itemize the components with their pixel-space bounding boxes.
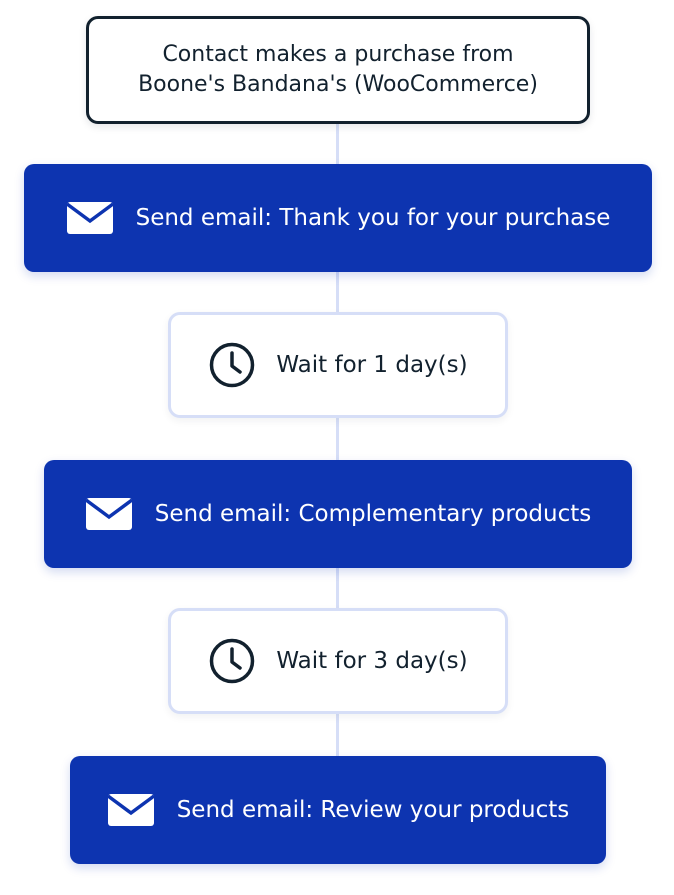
- send-email-step[interactable]: Send email: Complementary products: [44, 460, 632, 568]
- envelope-icon: [84, 498, 133, 530]
- step-label: Send email: Review your products: [176, 797, 570, 823]
- wait-step[interactable]: Wait for 3 day(s): [168, 608, 508, 714]
- connector-line: [336, 272, 339, 312]
- connector-line: [336, 568, 339, 608]
- trigger-line-2: Boone's Bandana's (WooCommerce): [138, 72, 538, 97]
- envelope-icon: [106, 794, 155, 826]
- connector-line: [336, 124, 339, 164]
- step-label: Send email: Thank you for your purchase: [135, 205, 611, 231]
- clock-icon: [210, 638, 255, 684]
- trigger-card[interactable]: Contact makes a purchase from Boone's Ba…: [86, 16, 590, 124]
- send-email-step[interactable]: Send email: Review your products: [70, 756, 606, 864]
- connector-line: [336, 714, 339, 756]
- envelope-icon: [65, 202, 114, 234]
- step-label: Send email: Complementary products: [154, 501, 592, 527]
- step-label: Wait for 3 day(s): [276, 648, 468, 674]
- send-email-step[interactable]: Send email: Thank you for your purchase: [24, 164, 652, 272]
- connector-line: [336, 418, 339, 460]
- clock-icon: [210, 342, 255, 388]
- step-label: Wait for 1 day(s): [276, 352, 468, 378]
- trigger-line-1: Contact makes a purchase from: [162, 42, 514, 67]
- wait-step[interactable]: Wait for 1 day(s): [168, 312, 508, 418]
